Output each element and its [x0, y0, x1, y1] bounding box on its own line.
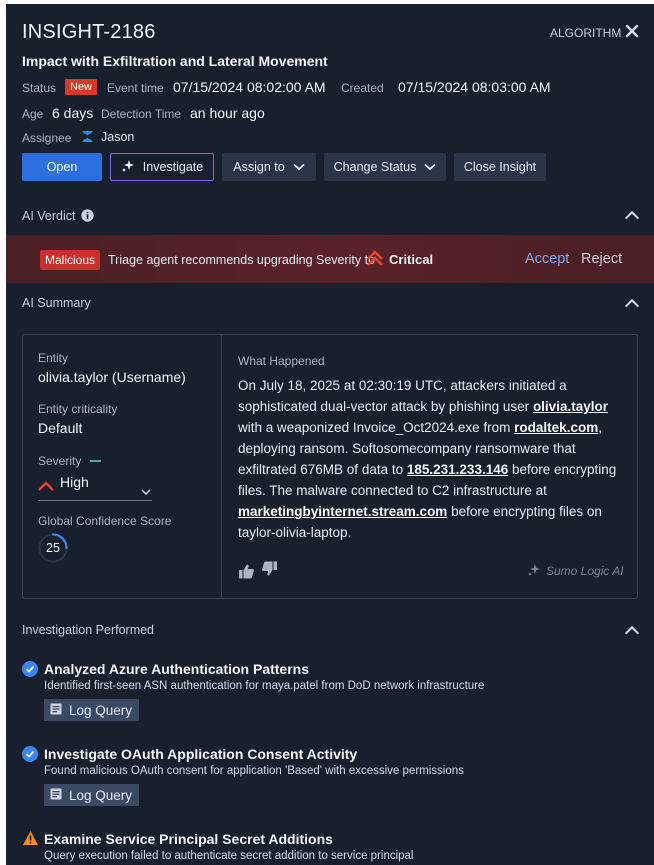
verdict-text: Triage agent recommends upgrading Severi… [108, 253, 376, 267]
age-value: 6 days [52, 105, 94, 121]
user-link[interactable]: olivia.taylor [533, 399, 608, 414]
created-label: Created [341, 81, 384, 95]
assign-to-button[interactable]: Assign to [222, 153, 316, 181]
open-button-label: Open [46, 160, 78, 174]
close-icon[interactable] [625, 24, 639, 38]
assignee-value: Jason [101, 130, 135, 144]
investigate-button[interactable]: Investigate [110, 153, 214, 181]
verdict-severity: Critical [389, 252, 434, 267]
narrative-text: with a weaponized Invoice_Oct2024.exe fr… [238, 420, 511, 435]
change-status-button[interactable]: Change Status [324, 153, 446, 181]
log-query-button[interactable]: Log Query [44, 699, 140, 721]
chevron-down-icon [293, 160, 305, 174]
ai-verdict-header: AI Verdict [22, 209, 76, 223]
sparkle-icon [527, 563, 541, 577]
summary-card: Entity olivia.taylor (Username) Entity c… [22, 334, 638, 599]
ip-link[interactable]: 185.231.233.146 [407, 462, 508, 477]
insight-id: INSIGHT-2186 [22, 21, 156, 43]
open-button[interactable]: Open [22, 153, 102, 181]
log-query-button[interactable]: Log Query [44, 784, 140, 806]
chevron-down-icon [141, 483, 151, 501]
c2-domain-link[interactable]: marketingbyinternet.stream.com [238, 504, 447, 519]
event-time-label: Event time [107, 81, 164, 95]
close-insight-button[interactable]: Close Insight [454, 153, 546, 181]
detection-value: an hour ago [190, 105, 265, 121]
ai-brand-label: Sumo Logic AI [546, 564, 624, 578]
what-happened-label: What Happened [238, 354, 325, 368]
narrative-text: On July 18, 2025 at 02:30:19 UTC, attack… [238, 378, 567, 414]
detection-label: Detection Time [101, 107, 182, 121]
investigation-item-desc: Query execution failed to authenticate s… [44, 850, 414, 862]
reject-button[interactable]: Reject [581, 251, 622, 267]
investigation-item-title: Analyzed Azure Authentication Patterns [44, 661, 310, 677]
confidence-gauge: 25 [38, 533, 68, 563]
log-query-label: Log Query [69, 702, 133, 718]
collapse-verdict-icon[interactable] [624, 210, 640, 226]
investigate-button-label: Investigate [142, 160, 204, 174]
success-check-icon [22, 746, 38, 762]
malicious-badge: Malicious [40, 250, 101, 270]
change-status-label: Change Status [333, 160, 417, 174]
investigation-item-title: Examine Service Principal Secret Additio… [44, 831, 333, 847]
assign-to-label: Assign to [233, 160, 285, 174]
event-time-value: 07/15/2024 08:02:00 AM [173, 79, 326, 95]
assignee-avatar-icon [81, 130, 94, 143]
severity-value: High [60, 474, 89, 490]
severity-dash-icon [90, 460, 101, 462]
investigation-item-desc: Found malicious OAuth consent for applic… [44, 765, 464, 777]
insight-panel: INSIGHT-2186 ALGORITHM Impact with Exfil… [6, 4, 654, 865]
severity-select[interactable]: High [38, 471, 152, 501]
success-check-icon [22, 661, 38, 677]
high-severity-icon [38, 478, 54, 496]
narrative-text: before encrypting files on [451, 504, 602, 519]
critical-severity-icon [366, 249, 384, 267]
age-label: Age [22, 107, 44, 121]
investigation-item-desc: Identified first-seen ASN authentication… [44, 680, 485, 692]
created-value: 07/15/2024 08:03:00 AM [398, 79, 551, 95]
criticality-label: Entity criticality [38, 402, 118, 416]
ai-summary-header: AI Summary [22, 296, 91, 310]
insight-source: ALGORITHM [550, 26, 622, 40]
entity-value: olivia.taylor (Username) [38, 369, 186, 385]
collapse-summary-icon[interactable] [624, 298, 640, 314]
log-query-label: Log Query [69, 787, 133, 803]
investigation-header: Investigation Performed [22, 623, 155, 637]
criticality-value: Default [38, 420, 83, 436]
narrative-text: . [347, 525, 352, 540]
status-badge: New [65, 79, 98, 95]
confidence-label: Global Confidence Score [38, 514, 172, 528]
what-happened-text: On July 18, 2025 at 02:30:19 UTC, attack… [238, 375, 630, 543]
insight-title: Impact with Exfiltration and Lateral Mov… [22, 53, 328, 69]
confidence-value: 25 [46, 541, 60, 555]
entity-details: Entity olivia.taylor (Username) Entity c… [23, 335, 222, 598]
close-insight-label: Close Insight [463, 160, 537, 174]
investigation-item-title: Investigate OAuth Application Consent Ac… [44, 746, 358, 762]
document-icon [50, 788, 62, 803]
domain-link[interactable]: rodaltek.com [514, 420, 598, 435]
status-label: Status [22, 81, 57, 95]
info-icon[interactable] [81, 209, 94, 222]
sparkle-icon [121, 159, 135, 176]
warning-icon [22, 830, 39, 846]
host-name: taylor-olivia-laptop [238, 525, 348, 540]
thumbs-up-icon[interactable] [238, 563, 255, 580]
verdict-banner: Malicious Triage agent recommends upgrad… [6, 235, 654, 283]
accept-button[interactable]: Accept [525, 251, 569, 267]
collapse-investigation-icon[interactable] [624, 625, 640, 641]
entity-label: Entity [38, 351, 69, 365]
document-icon [50, 703, 62, 718]
chevron-down-icon [424, 160, 436, 174]
assignee-label: Assignee [22, 131, 72, 145]
thumbs-down-icon[interactable] [261, 560, 278, 577]
severity-label: Severity [38, 454, 82, 468]
